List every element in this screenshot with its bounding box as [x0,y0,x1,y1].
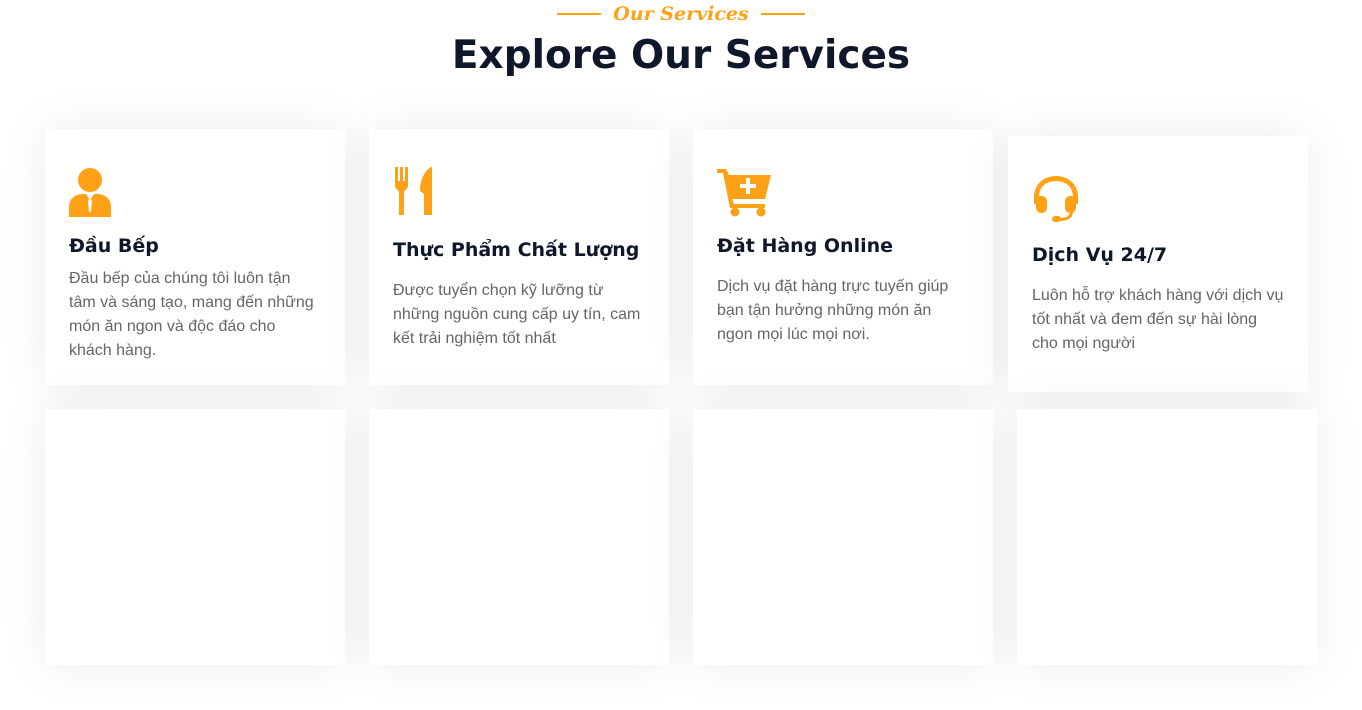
section-eyebrow: Our Services [0,0,1362,28]
eyebrow-line-right [760,13,805,15]
headset-icon [1034,176,1078,222]
service-title: Đặt Hàng Online [717,235,894,257]
eyebrow-line-left [557,13,602,15]
section-title: Explore Our Services [451,33,911,78]
service-card-quality-food[interactable]: Thực Phẩm Chất Lượng Được tuyển chọn kỹ … [369,129,669,385]
service-title: Thực Phẩm Chất Lượng [393,239,640,261]
empty-card [693,409,993,665]
service-card-chef[interactable]: Đầu Bếp Đầu bếp của chúng tôi luôn tận t… [45,129,345,385]
empty-card [1017,409,1317,665]
empty-card [369,409,669,665]
service-description: Dịch vụ đặt hàng trực tuyến giúp bạn tận… [717,278,949,343]
utensils-icon [395,167,432,215]
chef-icon [69,168,111,217]
empty-card [45,409,345,665]
service-description: Được tuyển chọn kỹ lưỡng từ những nguồn … [393,282,641,347]
service-title: Dịch Vụ 24/7 [1032,244,1168,266]
service-description: Đầu bếp của chúng tôi luôn tận tâm và sá… [69,270,314,359]
service-card-support-247[interactable]: Dịch Vụ 24/7 Luôn hỗ trợ khách hàng với … [1008,136,1308,392]
service-card-online-order[interactable]: Đặt Hàng Online Dịch vụ đặt hàng trực tu… [693,129,993,385]
cart-plus-icon [717,169,771,217]
service-description: Luôn hỗ trợ khách hàng với dịch vụ tốt n… [1032,287,1284,352]
service-title: Đầu Bếp [69,235,159,257]
eyebrow-text: Our Services [613,3,749,25]
